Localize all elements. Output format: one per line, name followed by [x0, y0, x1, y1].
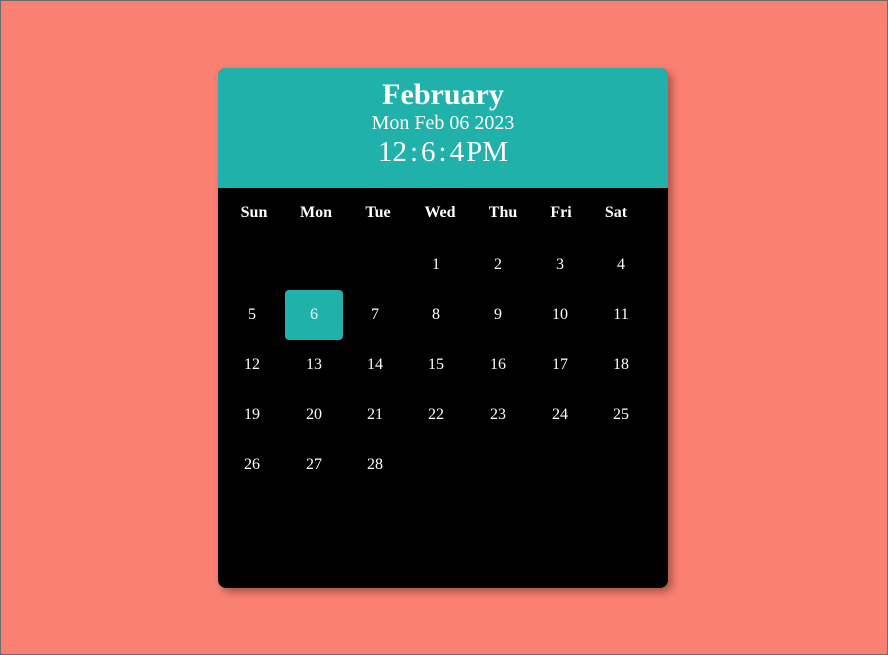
day-cell[interactable]: 14	[346, 340, 404, 390]
day-cell[interactable]: 24	[531, 390, 589, 440]
full-date: Mon Feb 06 2023	[371, 112, 515, 134]
empty-day-cell	[223, 240, 281, 290]
days-grid: 1 2 3 4 5 6 7 8 9 10 11 12 13 14 15 16 17 18 19 20 21 22 23 24 2…	[218, 240, 668, 540]
day-cell[interactable]: 18	[592, 340, 650, 390]
day-cell[interactable]: 20	[285, 390, 343, 440]
day-cell[interactable]: 9	[469, 290, 527, 340]
clock-separator: :	[409, 136, 419, 168]
empty-day-cell	[346, 240, 404, 290]
month-title: February	[382, 78, 504, 111]
day-cell[interactable]: 8	[407, 290, 465, 340]
empty-day-cell	[531, 440, 589, 490]
day-cell[interactable]: 5	[223, 290, 281, 340]
weekday-sat: Sat	[604, 204, 628, 221]
weekday-header-row: Sun Mon Tue Wed Thu Fri Sat	[218, 201, 668, 225]
day-cell-today[interactable]: 6	[285, 290, 343, 340]
day-cell[interactable]: 1	[407, 240, 465, 290]
day-cell[interactable]: 15	[407, 340, 465, 390]
day-cell[interactable]: 28	[346, 440, 404, 490]
day-cell[interactable]: 16	[469, 340, 527, 390]
empty-day-cell	[285, 240, 343, 290]
day-cell[interactable]: 13	[285, 340, 343, 390]
empty-day-cell	[407, 440, 465, 490]
clock-ampm: PM	[466, 136, 509, 168]
day-cell[interactable]: 22	[407, 390, 465, 440]
day-cell[interactable]: 4	[592, 240, 650, 290]
day-cell[interactable]: 23	[469, 390, 527, 440]
day-cell[interactable]: 2	[469, 240, 527, 290]
clock: 12:6:4PM	[218, 135, 668, 169]
day-cell[interactable]: 25	[592, 390, 650, 440]
weekday-thu: Thu	[488, 204, 518, 221]
weekday-wed: Wed	[424, 204, 456, 221]
empty-day-cell	[592, 440, 650, 490]
clock-seconds: 4	[449, 136, 465, 168]
day-cell[interactable]: 11	[592, 290, 650, 340]
weekday-sun: Sun	[240, 204, 268, 221]
day-cell[interactable]: 12	[223, 340, 281, 390]
day-cell[interactable]: 27	[285, 440, 343, 490]
day-cell[interactable]: 10	[531, 290, 589, 340]
day-cell[interactable]: 19	[223, 390, 281, 440]
weekday-mon: Mon	[300, 204, 332, 221]
clock-hours: 12	[377, 136, 407, 168]
weekday-tue: Tue	[365, 204, 391, 221]
calendar-widget: February Mon Feb 06 2023 12:6:4PM Sun Mo…	[218, 68, 668, 588]
day-cell[interactable]: 17	[531, 340, 589, 390]
day-cell[interactable]: 7	[346, 290, 404, 340]
day-cell[interactable]: 21	[346, 390, 404, 440]
clock-separator: :	[438, 136, 447, 168]
clock-minutes: 6	[421, 136, 436, 168]
day-cell[interactable]: 3	[531, 240, 589, 290]
calendar-header: February Mon Feb 06 2023 12:6:4PM	[218, 68, 668, 188]
empty-day-cell	[469, 440, 527, 490]
weekday-fri: Fri	[550, 204, 572, 221]
day-cell[interactable]: 26	[223, 440, 281, 490]
